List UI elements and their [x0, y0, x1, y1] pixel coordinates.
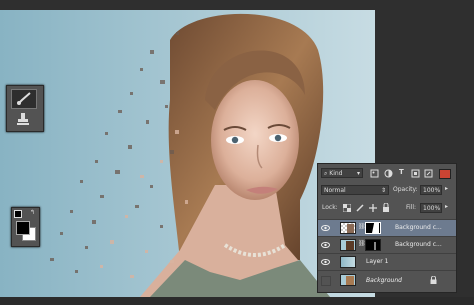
layer-name: Layer 1 [366, 258, 389, 265]
brush-tool[interactable] [11, 89, 37, 109]
brush-icon [17, 92, 31, 105]
layer-row[interactable]: ⛓ Background c... [318, 219, 456, 236]
lock-label: Lock: [322, 204, 338, 211]
filter-kind-value: Kind [329, 170, 343, 177]
lock-transparent-icon[interactable] [343, 204, 351, 212]
visibility-eye-icon[interactable] [321, 224, 330, 232]
blend-mode-dropdown[interactable]: Normal ⇕ [321, 185, 389, 195]
layer-row[interactable]: Background [318, 270, 456, 290]
layer-filter-row: ⌕ Kind ▾ T [318, 167, 456, 179]
chevron-down-icon: ⇕ [380, 187, 386, 194]
opacity-slider-arrow-icon[interactable]: ▸ [445, 185, 448, 192]
shape-filter-icon[interactable] [411, 169, 420, 178]
filter-kind-dropdown[interactable]: ⌕ Kind ▾ [321, 168, 363, 178]
layer-mask-thumbnail [365, 239, 381, 251]
lock-fill-row: Lock: Fill: 100% ▸ [318, 202, 456, 214]
blend-mode-value: Normal [324, 187, 346, 194]
foreground-color-swatch[interactable] [16, 221, 30, 235]
opacity-label: Opacity: [393, 186, 418, 193]
layer-name: Background [366, 277, 402, 284]
swap-colors-icon[interactable]: ↰ [30, 210, 36, 216]
smart-object-filter-icon[interactable] [424, 169, 433, 178]
lock-position-icon[interactable] [369, 204, 377, 212]
fill-slider-arrow-icon[interactable]: ▸ [445, 203, 448, 210]
fill-input[interactable]: 100% [420, 203, 442, 213]
chevron-down-icon: ▾ [356, 170, 360, 177]
opacity-input[interactable]: 100% [420, 185, 442, 195]
layer-name: Background c... [395, 241, 442, 248]
layers-panel: ⌕ Kind ▾ T Normal ⇕ Opacity: 100% ▸ Lock… [317, 163, 457, 293]
layer-name: Background c... [395, 224, 442, 231]
layer-thumbnail [340, 256, 356, 268]
tool-strip-brush [6, 85, 44, 132]
fill-value: 100% [423, 205, 441, 212]
layer-thumbnail [340, 239, 356, 251]
layer-thumbnail [340, 274, 356, 286]
filter-toggle-icon[interactable] [439, 169, 451, 179]
fill-label: Fill: [406, 204, 417, 211]
default-colors-icon[interactable] [14, 210, 22, 218]
layer-row[interactable]: Layer 1 [318, 253, 456, 270]
type-filter-icon[interactable]: T [399, 168, 404, 176]
canvas-bottom-frame [0, 297, 474, 305]
adjustment-filter-icon[interactable] [384, 169, 393, 178]
pixel-filter-icon[interactable] [370, 169, 379, 178]
layer-row[interactable]: ⛓ Background c... [318, 236, 456, 253]
blend-opacity-row: Normal ⇕ Opacity: 100% ▸ [318, 184, 456, 196]
lock-icon [430, 276, 437, 284]
tool-strip-colors: ↰ [11, 207, 40, 247]
visibility-eye-icon[interactable] [321, 258, 330, 266]
stamp-icon [17, 113, 29, 125]
layer-mask-thumbnail [365, 222, 381, 234]
visibility-eye-icon[interactable] [321, 241, 330, 249]
layer-thumbnail [340, 222, 356, 234]
opacity-value: 100% [423, 187, 441, 194]
visibility-toggle-empty[interactable] [321, 276, 331, 286]
lock-all-icon[interactable] [382, 203, 390, 212]
stamp-tool[interactable] [11, 110, 35, 128]
lock-image-pixels-icon[interactable] [356, 204, 364, 212]
canvas-top-frame [0, 0, 474, 10]
